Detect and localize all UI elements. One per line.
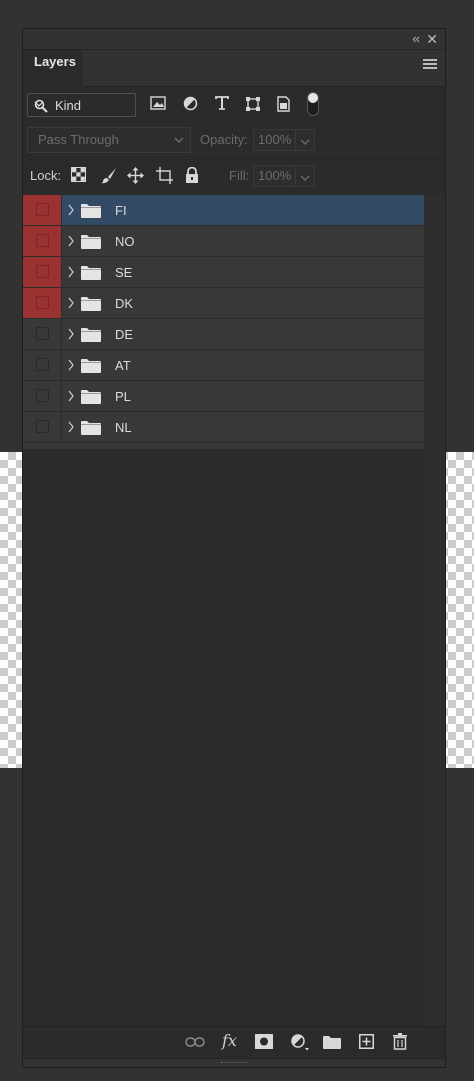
smart-object-filter-icon[interactable] bbox=[276, 96, 291, 112]
layer-group-row-se[interactable]: SE bbox=[23, 257, 424, 288]
visibility-box bbox=[36, 203, 49, 216]
folder-icon bbox=[81, 204, 101, 218]
panel-title-bar: ‹‹ ✕ bbox=[23, 29, 445, 50]
chevron-right-icon[interactable] bbox=[67, 297, 75, 309]
visibility-toggle[interactable] bbox=[23, 288, 62, 318]
opacity-label: Opacity: bbox=[200, 132, 248, 147]
layers-scrollbar[interactable] bbox=[425, 195, 445, 1027]
new-layer-icon[interactable] bbox=[359, 1034, 374, 1049]
tab-layers[interactable]: Layers bbox=[23, 50, 83, 87]
type-filter-icon[interactable] bbox=[215, 96, 229, 110]
close-icon[interactable]: ✕ bbox=[426, 31, 438, 47]
panel-menu-icon[interactable] bbox=[423, 59, 437, 71]
kind-filter-select[interactable]: Kind bbox=[27, 93, 136, 117]
visibility-toggle[interactable] bbox=[23, 350, 62, 380]
visibility-box bbox=[36, 327, 49, 340]
fill-label: Fill: bbox=[229, 168, 250, 183]
layer-name: NO bbox=[115, 234, 135, 249]
layer-name: DE bbox=[115, 327, 134, 342]
visibility-toggle[interactable] bbox=[23, 195, 62, 225]
chevron-right-icon[interactable] bbox=[67, 359, 75, 371]
layer-group-row-no[interactable]: NO bbox=[23, 226, 424, 257]
layer-name: NL bbox=[115, 420, 132, 435]
blend-row: Pass Through Opacity: 100% bbox=[27, 127, 441, 155]
layer-group-row-de[interactable]: DE bbox=[23, 319, 424, 350]
folder-icon bbox=[81, 390, 101, 404]
trash-icon[interactable] bbox=[393, 1033, 407, 1050]
visibility-box bbox=[36, 265, 49, 278]
lock-label: Lock: bbox=[30, 168, 62, 183]
visibility-toggle[interactable] bbox=[23, 226, 62, 256]
chevron-right-icon[interactable] bbox=[67, 328, 75, 340]
fx-icon[interactable]: fx bbox=[222, 1031, 237, 1050]
fill-value: 100% bbox=[258, 168, 292, 183]
blend-mode-select[interactable]: Pass Through bbox=[27, 127, 191, 153]
move-icon[interactable] bbox=[127, 167, 144, 184]
layer-group-row-at[interactable]: AT bbox=[23, 350, 424, 381]
lock-icon[interactable] bbox=[185, 167, 199, 183]
visibility-box bbox=[36, 389, 49, 402]
shape-filter-icon[interactable] bbox=[245, 96, 261, 112]
chevron-down-icon bbox=[300, 139, 310, 145]
filter-row: Kind bbox=[27, 91, 441, 121]
folder-icon bbox=[81, 297, 101, 311]
new-group-folder-icon[interactable] bbox=[323, 1035, 341, 1049]
layer-group-row-dk[interactable]: DK bbox=[23, 288, 424, 319]
folder-icon bbox=[81, 266, 101, 280]
visibility-toggle[interactable] bbox=[23, 257, 62, 287]
layer-name: PL bbox=[115, 389, 131, 404]
chevron-right-icon[interactable] bbox=[67, 421, 75, 433]
folder-icon bbox=[81, 328, 101, 342]
layer-group-row-fi[interactable]: FI bbox=[23, 195, 424, 226]
chevron-right-icon[interactable] bbox=[67, 266, 75, 278]
layer-name: FI bbox=[115, 203, 127, 218]
visibility-toggle[interactable] bbox=[23, 381, 62, 411]
kind-filter-label: Kind bbox=[55, 98, 82, 113]
folder-icon bbox=[81, 235, 101, 249]
visibility-box bbox=[36, 420, 49, 433]
collapse-icon[interactable]: ‹‹ bbox=[412, 31, 420, 47]
filter-toggle-switch[interactable] bbox=[307, 92, 319, 116]
visibility-box bbox=[36, 234, 49, 247]
chevron-down-icon bbox=[174, 137, 184, 143]
blend-mode-value: Pass Through bbox=[38, 132, 119, 147]
panel-resize-grip[interactable] bbox=[23, 1058, 445, 1067]
layers-list: FI NO SE DK DE AT PL NL bbox=[23, 195, 424, 449]
opacity-input[interactable]: 100% bbox=[253, 129, 315, 151]
layer-name: SE bbox=[115, 265, 133, 280]
chevron-right-icon[interactable] bbox=[67, 204, 75, 216]
chevron-right-icon[interactable] bbox=[67, 235, 75, 247]
folder-icon bbox=[81, 359, 101, 373]
layer-name: AT bbox=[115, 358, 131, 373]
artboard-icon[interactable] bbox=[156, 167, 173, 184]
folder-icon bbox=[81, 421, 101, 435]
layer-group-row-pl[interactable]: PL bbox=[23, 381, 424, 412]
visibility-box bbox=[36, 358, 49, 371]
layer-group-row-nl[interactable]: NL bbox=[23, 412, 424, 443]
layer-mask-icon[interactable] bbox=[255, 1034, 273, 1049]
visibility-toggle[interactable] bbox=[23, 319, 62, 349]
chevron-down-icon bbox=[34, 101, 44, 107]
chevron-down-icon bbox=[300, 175, 310, 181]
lock-row: Lock: Fill: 100% bbox=[27, 159, 441, 190]
layers-panel: ‹‹ ✕ Layers Kind Pass Through Opacity: 1… bbox=[22, 28, 446, 1068]
link-layers-icon[interactable] bbox=[185, 1036, 205, 1048]
chevron-right-icon[interactable] bbox=[67, 390, 75, 402]
layer-name: DK bbox=[115, 296, 134, 311]
fill-input[interactable]: 100% bbox=[253, 165, 315, 187]
opacity-value: 100% bbox=[258, 132, 292, 147]
visibility-box bbox=[36, 296, 49, 309]
lock-transparent-pixels-icon[interactable] bbox=[71, 167, 86, 182]
brush-icon[interactable] bbox=[101, 167, 117, 184]
adjustment-layer-icon[interactable] bbox=[290, 1033, 310, 1051]
adjustment-filter-icon[interactable] bbox=[183, 96, 198, 111]
image-filter-icon[interactable] bbox=[150, 96, 166, 110]
layers-bottom-toolbar: fx bbox=[23, 1026, 445, 1059]
panel-tab-bar: Layers bbox=[23, 50, 445, 87]
visibility-toggle[interactable] bbox=[23, 412, 62, 442]
